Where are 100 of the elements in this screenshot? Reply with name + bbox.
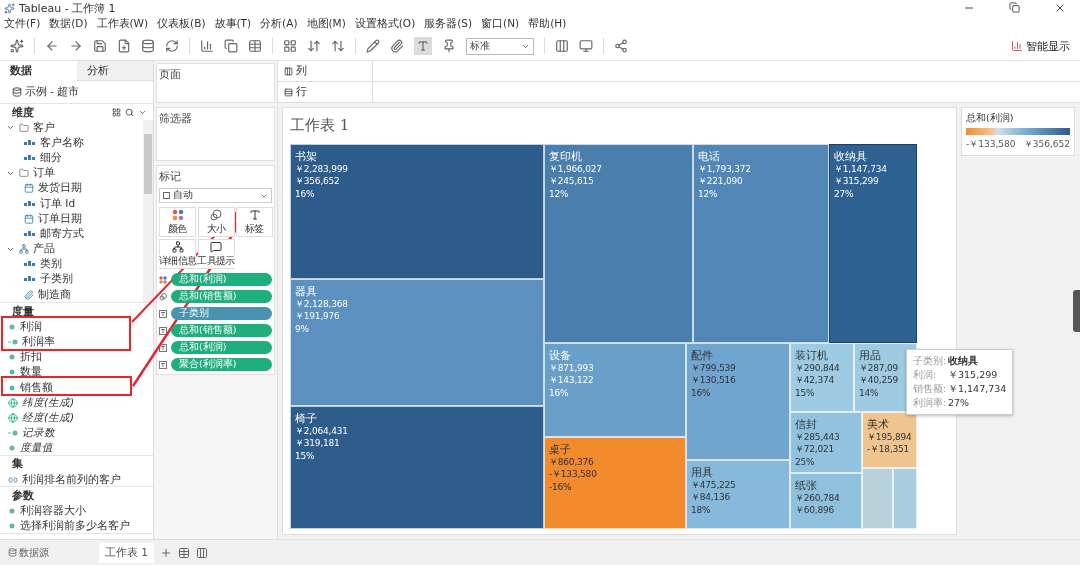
- new-sheet-icon[interactable]: [200, 39, 214, 53]
- field-item[interactable]: 度量值: [20, 441, 53, 456]
- field-item[interactable]: 客户名称: [40, 135, 84, 150]
- field-item[interactable]: 制造商: [38, 287, 71, 302]
- menu-item[interactable]: 数据(D): [49, 17, 88, 31]
- tile-label: 用具: [691, 466, 714, 479]
- treemap-tile[interactable]: 纸张 ￥260,784 ￥60,896: [790, 473, 862, 529]
- shelf-label: 行: [296, 85, 307, 99]
- mark-property-button[interactable]: 大小: [197, 207, 235, 237]
- tile-label: 器具: [295, 285, 318, 298]
- save-icon[interactable]: [93, 39, 107, 53]
- treemap-tile[interactable]: 装订机 ￥290,844 ￥42,374 15%: [790, 343, 854, 412]
- search-icon[interactable]: [125, 107, 134, 117]
- treemap-tile[interactable]: 美术 ￥195,894 -￥18,351: [862, 412, 917, 468]
- sort-ascending-icon[interactable]: [307, 39, 321, 53]
- database-icon[interactable]: [141, 39, 155, 53]
- tile-value: ￥143,122: [549, 374, 595, 387]
- restore-icon[interactable]: [1009, 2, 1020, 13]
- data-source-name[interactable]: 示例 - 超市: [25, 85, 80, 99]
- group-icon[interactable]: [390, 39, 404, 53]
- field-item[interactable]: 邮寄方式: [40, 226, 84, 241]
- field-item[interactable]: 利润率: [22, 335, 55, 350]
- treemap-tile[interactable]: 桌子 ￥860,376 -￥133,580 -16%: [544, 437, 686, 529]
- treemap-tile[interactable]: 配件 ￥799,539 ￥130,516 16%: [686, 343, 790, 460]
- new-dashboard-icon[interactable]: [178, 546, 191, 559]
- presentation-icon[interactable]: [579, 39, 593, 53]
- mark-property-button[interactable]: 标签: [236, 207, 273, 237]
- grid-icon[interactable]: [112, 107, 121, 117]
- columns-shelf[interactable]: 列: [278, 61, 1080, 82]
- duplicate-icon[interactable]: [224, 39, 238, 53]
- refresh-icon[interactable]: [165, 39, 179, 53]
- treemap-tile[interactable]: 复印机 ￥1,966,027 ￥245,615 12%: [544, 144, 693, 343]
- menu-item[interactable]: 工作表(W): [96, 17, 149, 31]
- field-item[interactable]: 折扣: [20, 350, 42, 365]
- field-item[interactable]: 销售额: [20, 380, 53, 395]
- panel-tab[interactable]: 分析: [76, 61, 153, 81]
- treemap-tile[interactable]: 信封 ￥285,443 ￥72,021 25%: [790, 412, 862, 473]
- tile-label: 装订机: [795, 349, 829, 362]
- field-item[interactable]: 利润容器大小: [20, 503, 86, 518]
- field-item[interactable]: 类别: [40, 257, 62, 272]
- tooltip-value: 27%: [948, 396, 970, 410]
- field-item[interactable]: 客户: [33, 120, 55, 135]
- filters-shelf[interactable]: 筛选器: [156, 107, 275, 161]
- sort-descending-icon[interactable]: [331, 39, 345, 53]
- sheet-tab[interactable]: 工作表 1: [99, 542, 155, 563]
- treemap-tile[interactable]: 用具 ￥475,225 ￥84,136 18%: [686, 460, 790, 529]
- treemap-tile[interactable]: 电话 ￥1,793,372 ￥221,090 12%: [693, 144, 829, 343]
- field-item[interactable]: 数量: [20, 365, 42, 380]
- field-item[interactable]: 订单日期: [38, 211, 82, 226]
- field-item[interactable]: 细分: [40, 150, 62, 165]
- menu-item[interactable]: 故事(T): [214, 17, 252, 31]
- new-data-source-icon[interactable]: [117, 39, 131, 53]
- side-handle[interactable]: [1073, 290, 1080, 332]
- field-item[interactable]: 订单 Id: [40, 196, 76, 211]
- show-me-button[interactable]: 智能显示: [1011, 38, 1070, 54]
- field-item[interactable]: 经度(生成): [22, 410, 75, 425]
- treemap-tile[interactable]: 椅子 ￥2,064,431 ￥319,181 15%: [290, 406, 544, 529]
- highlight-icon[interactable]: [366, 39, 380, 53]
- mark-type-select[interactable]: 自动: [159, 188, 272, 203]
- field-item[interactable]: 纬度(生成): [22, 395, 75, 410]
- field-item[interactable]: 利润: [20, 319, 42, 334]
- menu-item[interactable]: 帮助(H): [528, 17, 567, 31]
- mark-property-button[interactable]: 工具提示: [197, 239, 235, 269]
- fit-select[interactable]: 标准: [466, 37, 534, 55]
- database-icon: [12, 87, 22, 97]
- treemap-tile[interactable]: 书架 ￥2,283,999 ￥356,652 16%: [290, 144, 544, 279]
- field-item[interactable]: 发货日期: [38, 181, 82, 196]
- treemap-tile[interactable]: [893, 468, 917, 529]
- pin-icon[interactable]: [442, 39, 456, 53]
- field-item[interactable]: 利润排名前列的客户: [22, 472, 121, 487]
- treemap-tile[interactable]: 收纳具 ￥1,147,734 ￥315,299 27%: [829, 144, 917, 343]
- share-icon[interactable]: [614, 39, 628, 53]
- scrollbar[interactable]: [143, 120, 153, 303]
- menu-item[interactable]: 设置格式(O): [354, 17, 416, 31]
- back-icon[interactable]: [45, 39, 59, 53]
- tile-label: 复印机: [549, 150, 583, 163]
- data-source-tab[interactable]: 数据源: [4, 542, 53, 563]
- menu-item[interactable]: 仪表板(B): [157, 17, 206, 31]
- pages-shelf[interactable]: 页面: [156, 63, 275, 103]
- menu-item[interactable]: 分析(A): [260, 17, 298, 31]
- close-icon[interactable]: [1054, 2, 1066, 14]
- menu-item[interactable]: 窗口(N): [481, 17, 520, 31]
- logo-icon[interactable]: [10, 39, 24, 53]
- menu-item[interactable]: 文件(F): [4, 17, 41, 31]
- menu-item[interactable]: 地图(M): [306, 17, 346, 31]
- forward-icon[interactable]: [69, 39, 83, 53]
- field-item[interactable]: 记录数: [22, 426, 55, 441]
- mark-property-button[interactable]: 颜色: [159, 207, 196, 237]
- new-sheet-icon[interactable]: [160, 546, 173, 559]
- field-item[interactable]: 子类别: [40, 272, 73, 287]
- field-item[interactable]: 选择利润前多少名客户: [20, 518, 130, 533]
- mark-property-button[interactable]: 详细信息: [159, 239, 196, 269]
- treemap-tile[interactable]: [862, 468, 893, 529]
- rows-shelf[interactable]: 行: [278, 82, 1080, 103]
- field-item[interactable]: 订单: [33, 166, 55, 181]
- show-labels-button[interactable]: [414, 37, 432, 55]
- menu-item[interactable]: 服务器(S): [424, 17, 473, 31]
- tile-value: ￥2,128,368: [295, 297, 349, 310]
- field-item[interactable]: 产品: [33, 242, 55, 257]
- dash-dot-icon: [8, 429, 18, 438]
